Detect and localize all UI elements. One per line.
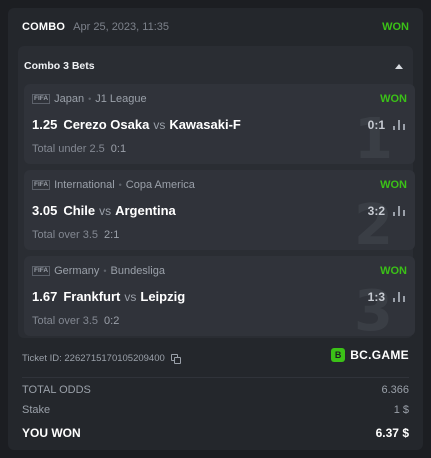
match-score: 3:2 bbox=[367, 204, 385, 218]
home-team: Cerezo Osaka bbox=[63, 117, 150, 132]
vs-label: vs bbox=[153, 117, 166, 132]
brand-name: BC.GAME bbox=[350, 348, 409, 362]
divider bbox=[22, 377, 409, 378]
match-line: 1.25 Cerezo Osaka vs Kawasaki-F bbox=[32, 117, 241, 132]
won-label: YOU WON bbox=[22, 426, 81, 440]
away-team: Argentina bbox=[115, 203, 176, 218]
country-label: International bbox=[54, 179, 115, 191]
separator-dot: • bbox=[88, 94, 92, 104]
combo-bets-title: Combo 3 Bets bbox=[24, 60, 95, 72]
away-team: Leipzig bbox=[140, 289, 186, 304]
country-label: Japan bbox=[54, 93, 85, 105]
market-result: 0:2 bbox=[104, 315, 120, 327]
stake-value: 1 $ bbox=[393, 404, 409, 416]
bet-item-1[interactable]: 1 FIFA Japan • J1 League WON 1.25 Cerezo… bbox=[24, 84, 415, 164]
league-line: FIFA Japan • J1 League bbox=[32, 93, 147, 105]
league-line: FIFA Germany • Bundesliga bbox=[32, 265, 165, 277]
home-team: Chile bbox=[63, 203, 96, 218]
market-line: Total over 3.5 2:1 bbox=[32, 229, 119, 241]
stake-label: Stake bbox=[22, 404, 51, 416]
bet-datetime: Apr 25, 2023, 11:35 bbox=[73, 21, 169, 33]
market-result: 2:1 bbox=[104, 229, 120, 241]
bet-ticket-card: COMBO Apr 25, 2023, 11:35 WON Combo 3 Be… bbox=[8, 8, 423, 450]
away-team: Kawasaki-F bbox=[169, 117, 241, 132]
total-odds-row: TOTAL ODDS 6.366 bbox=[22, 384, 409, 396]
market-result: 0:1 bbox=[110, 143, 127, 155]
match-score: 1:3 bbox=[367, 290, 385, 304]
separator-dot: • bbox=[118, 180, 122, 190]
market-label: Total under 2.5 bbox=[32, 143, 105, 155]
ticket-status-badge: WON bbox=[382, 21, 409, 33]
fifa-icon: FIFA bbox=[32, 180, 51, 190]
stake-row: Stake 1 $ bbox=[22, 404, 409, 416]
won-row: YOU WON 6.37 $ bbox=[22, 426, 409, 440]
home-team: Frankfurt bbox=[63, 289, 121, 304]
stats-icon[interactable] bbox=[393, 292, 405, 302]
total-odds-value: 6.366 bbox=[381, 384, 409, 396]
bet-status-badge: WON bbox=[380, 93, 407, 105]
league-label: J1 League bbox=[95, 93, 147, 105]
vs-label: vs bbox=[99, 203, 112, 218]
market-line: Total over 3.5 0:2 bbox=[32, 315, 119, 327]
ticket-id: Ticket ID: 2262715170105209400 bbox=[22, 353, 165, 364]
match-line: 1.67 Frankfurt vs Leipzig bbox=[32, 289, 185, 304]
market-line: Total under 2.5 0:1 bbox=[32, 143, 126, 155]
bet-item-3[interactable]: 3 FIFA Germany • Bundesliga WON 1.67 Fra… bbox=[24, 256, 415, 336]
vs-label: vs bbox=[124, 289, 137, 304]
triangle-up-icon[interactable] bbox=[395, 63, 403, 69]
market-label: Total over 3.5 bbox=[32, 229, 99, 241]
league-label: Bundesliga bbox=[110, 265, 165, 277]
bet-odds: 1.67 bbox=[32, 289, 58, 304]
won-value: 6.37 $ bbox=[375, 426, 409, 440]
country-label: Germany bbox=[54, 265, 100, 277]
bet-odds: 3.05 bbox=[32, 203, 58, 218]
bet-status-badge: WON bbox=[380, 179, 407, 191]
league-line: FIFA International • Copa America bbox=[32, 179, 195, 191]
market-label: Total over 3.5 bbox=[32, 315, 99, 327]
match-score: 0:1 bbox=[367, 118, 385, 132]
ticket-header: COMBO Apr 25, 2023, 11:35 WON bbox=[22, 18, 409, 36]
stats-icon[interactable] bbox=[393, 120, 405, 130]
league-label: Copa America bbox=[125, 179, 195, 191]
fifa-icon: FIFA bbox=[32, 266, 51, 276]
total-odds-label: TOTAL ODDS bbox=[22, 384, 91, 396]
ticket-id-row: Ticket ID: 2262715170105209400 bbox=[22, 353, 181, 364]
bet-type-label: COMBO bbox=[22, 21, 66, 33]
fifa-icon: FIFA bbox=[32, 94, 51, 104]
stats-icon[interactable] bbox=[393, 206, 405, 216]
brand-logo: B BC.GAME bbox=[331, 348, 409, 362]
bet-odds: 1.25 bbox=[32, 117, 58, 132]
combo-bets-toggle[interactable]: Combo 3 Bets bbox=[24, 56, 403, 76]
bc-game-logo-icon: B bbox=[331, 348, 346, 362]
separator-dot: • bbox=[103, 266, 107, 276]
bet-status-badge: WON bbox=[380, 265, 407, 277]
bet-item-2[interactable]: 2 FIFA International • Copa America WON … bbox=[24, 170, 415, 250]
match-line: 3.05 Chile vs Argentina bbox=[32, 203, 176, 218]
combo-bets-panel: Combo 3 Bets 1 FIFA Japan • J1 League WO… bbox=[18, 46, 415, 338]
copy-icon[interactable] bbox=[170, 353, 181, 364]
